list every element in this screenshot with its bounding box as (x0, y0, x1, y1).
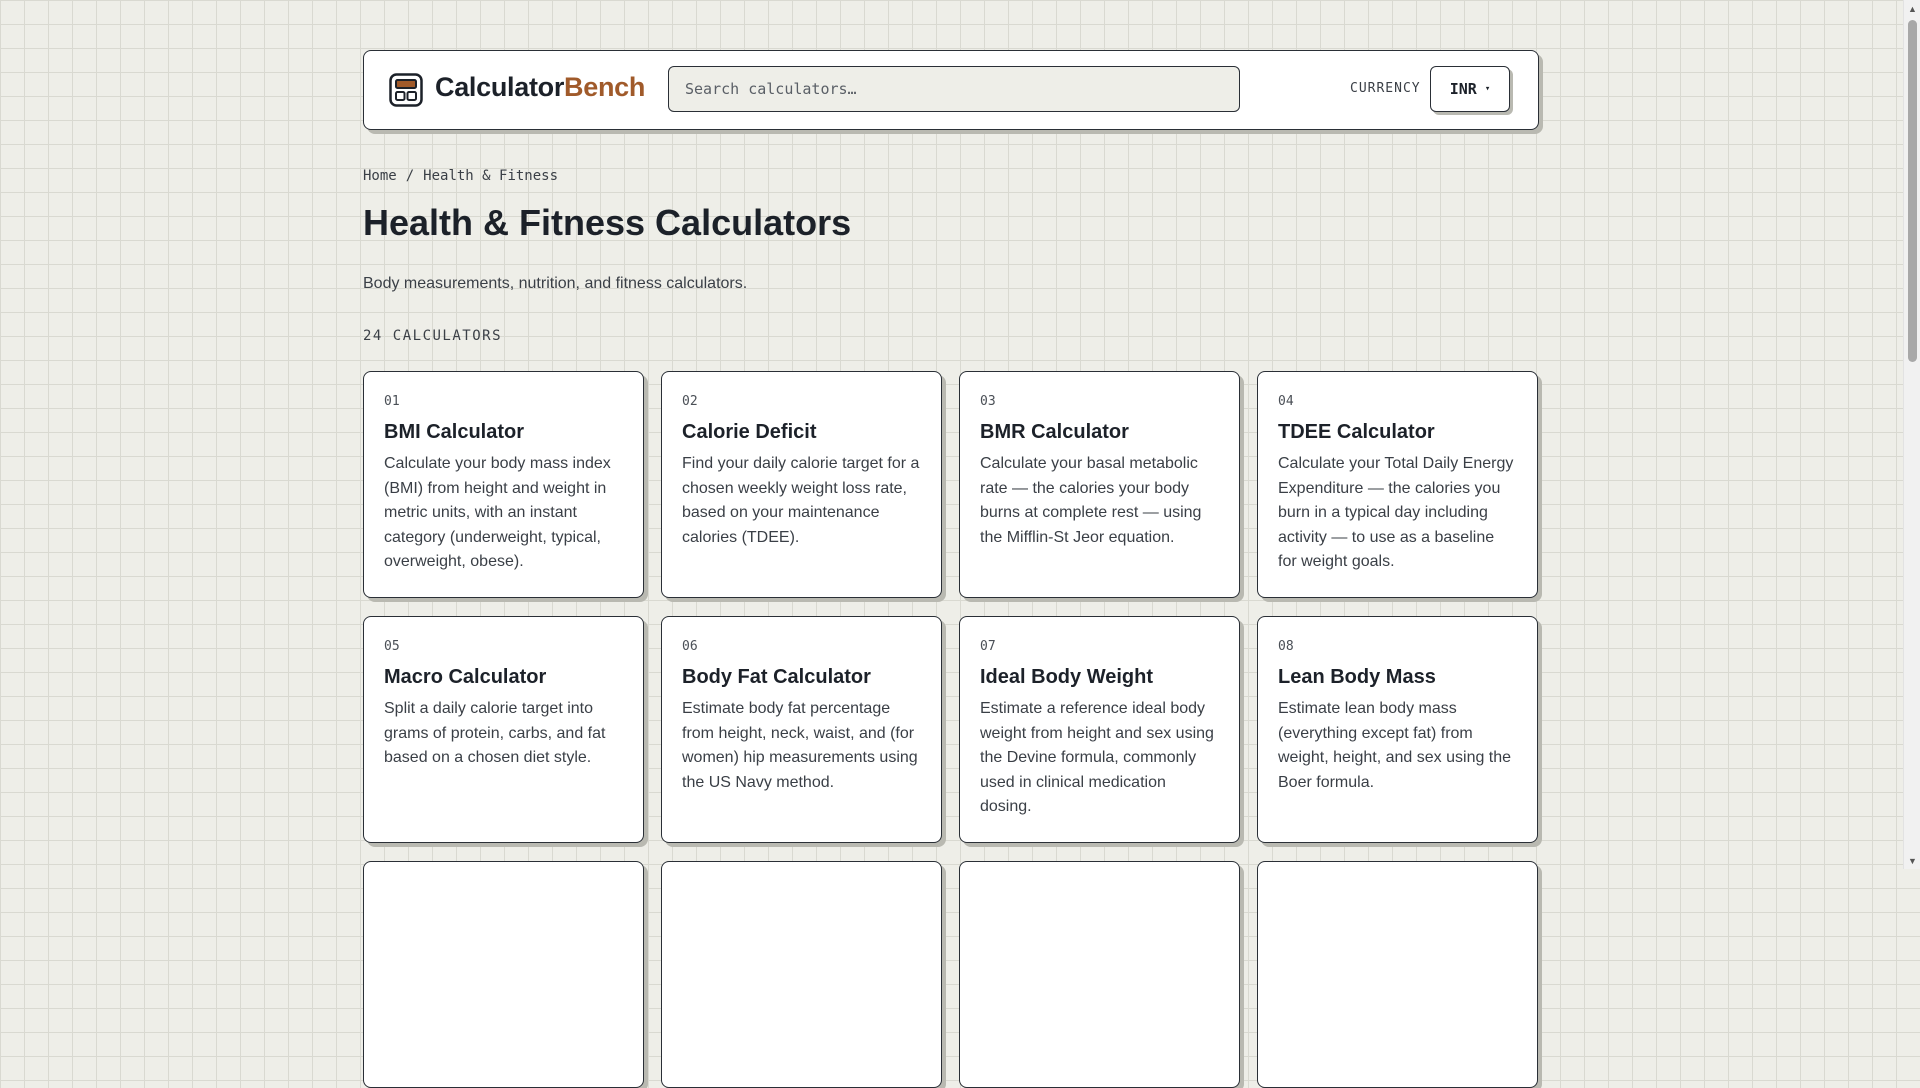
card-title: Ideal Body Weight (980, 666, 1153, 688)
page-description: Body measurements, nutrition, and fitnes… (363, 275, 748, 292)
card-description: Estimate lean body mass (everything exce… (1278, 700, 1512, 791)
calculator-card-partial[interactable] (959, 861, 1240, 1088)
card-title: TDEE Calculator (1278, 421, 1435, 443)
scrollbar-thumb[interactable] (1908, 20, 1917, 362)
card-description: Split a daily calorie target into grams … (384, 700, 606, 766)
calculator-card-bmr[interactable]: 03 BMR Calculator Calculate your basal m… (959, 371, 1240, 598)
card-number: 04 (1278, 394, 1294, 409)
card-description: Calculate your basal metabolic rate — th… (980, 455, 1202, 546)
card-description: Calculate your Total Daily Energy Expend… (1278, 455, 1514, 570)
chevron-down-icon: ▾ (1484, 84, 1491, 94)
card-description: Calculate your body mass index (BMI) fro… (384, 455, 611, 570)
breadcrumb: Home / Health & Fitness (363, 168, 558, 184)
calculator-card-tdee[interactable]: 04 TDEE Calculator Calculate your Total … (1257, 371, 1538, 598)
calculator-card-partial[interactable] (1257, 861, 1538, 1088)
calculator-card-bmi[interactable]: 01 BMI Calculator Calculate your body ma… (363, 371, 644, 598)
currency-label: CURRENCY (1350, 81, 1421, 96)
calculator-logo-icon[interactable] (389, 73, 423, 107)
card-number: 08 (1278, 639, 1294, 654)
card-title: BMR Calculator (980, 421, 1129, 443)
card-number: 03 (980, 394, 996, 409)
site-header: CalculatorBench CURRENCY INR ▾ (363, 50, 1539, 130)
breadcrumb-separator: / (405, 168, 415, 184)
scroll-down-arrow-icon[interactable]: ▼ (1904, 852, 1920, 869)
breadcrumb-home-link[interactable]: Home (363, 168, 397, 184)
vertical-scrollbar[interactable]: ▲ ▼ (1903, 0, 1920, 869)
card-title: Calorie Deficit (682, 421, 817, 443)
scroll-up-arrow-icon[interactable]: ▲ (1904, 0, 1920, 17)
card-number: 05 (384, 639, 400, 654)
currency-selected-value: INR (1449, 80, 1477, 98)
card-title: Macro Calculator (384, 666, 547, 688)
card-number: 02 (682, 394, 698, 409)
card-number: 07 (980, 639, 996, 654)
card-number: 01 (384, 394, 400, 409)
card-number: 06 (682, 639, 698, 654)
calculator-card-partial[interactable] (661, 861, 942, 1088)
search-input[interactable] (668, 66, 1240, 112)
page-title: Health & Fitness Calculators (363, 202, 852, 243)
card-description: Estimate body fat percentage from height… (682, 700, 918, 791)
card-description: Estimate a reference ideal body weight f… (980, 700, 1214, 815)
calculator-card-calorie-deficit[interactable]: 02 Calorie Deficit Find your daily calor… (661, 371, 942, 598)
brand-logo[interactable]: CalculatorBench (435, 72, 645, 103)
card-title: Lean Body Mass (1278, 666, 1436, 688)
calculator-count: 24 CALCULATORS (363, 328, 503, 344)
calculator-card-macro[interactable]: 05 Macro Calculator Split a daily calori… (363, 616, 644, 843)
calculator-card-lean-body-mass[interactable]: 08 Lean Body Mass Estimate lean body mas… (1257, 616, 1538, 843)
brand-name-part1: Calculator (435, 72, 565, 102)
card-title: Body Fat Calculator (682, 666, 871, 688)
brand-name-part2: Bench (564, 72, 646, 102)
card-title: BMI Calculator (384, 421, 525, 443)
breadcrumb-current: Health & Fitness (423, 168, 559, 184)
calculator-card-partial[interactable] (363, 861, 644, 1088)
card-description: Find your daily calorie target for a cho… (682, 455, 920, 546)
calculator-card-body-fat[interactable]: 06 Body Fat Calculator Estimate body fat… (661, 616, 942, 843)
currency-select[interactable]: INR ▾ (1430, 66, 1510, 112)
calculator-card-ideal-body-weight[interactable]: 07 Ideal Body Weight Estimate a referenc… (959, 616, 1240, 843)
